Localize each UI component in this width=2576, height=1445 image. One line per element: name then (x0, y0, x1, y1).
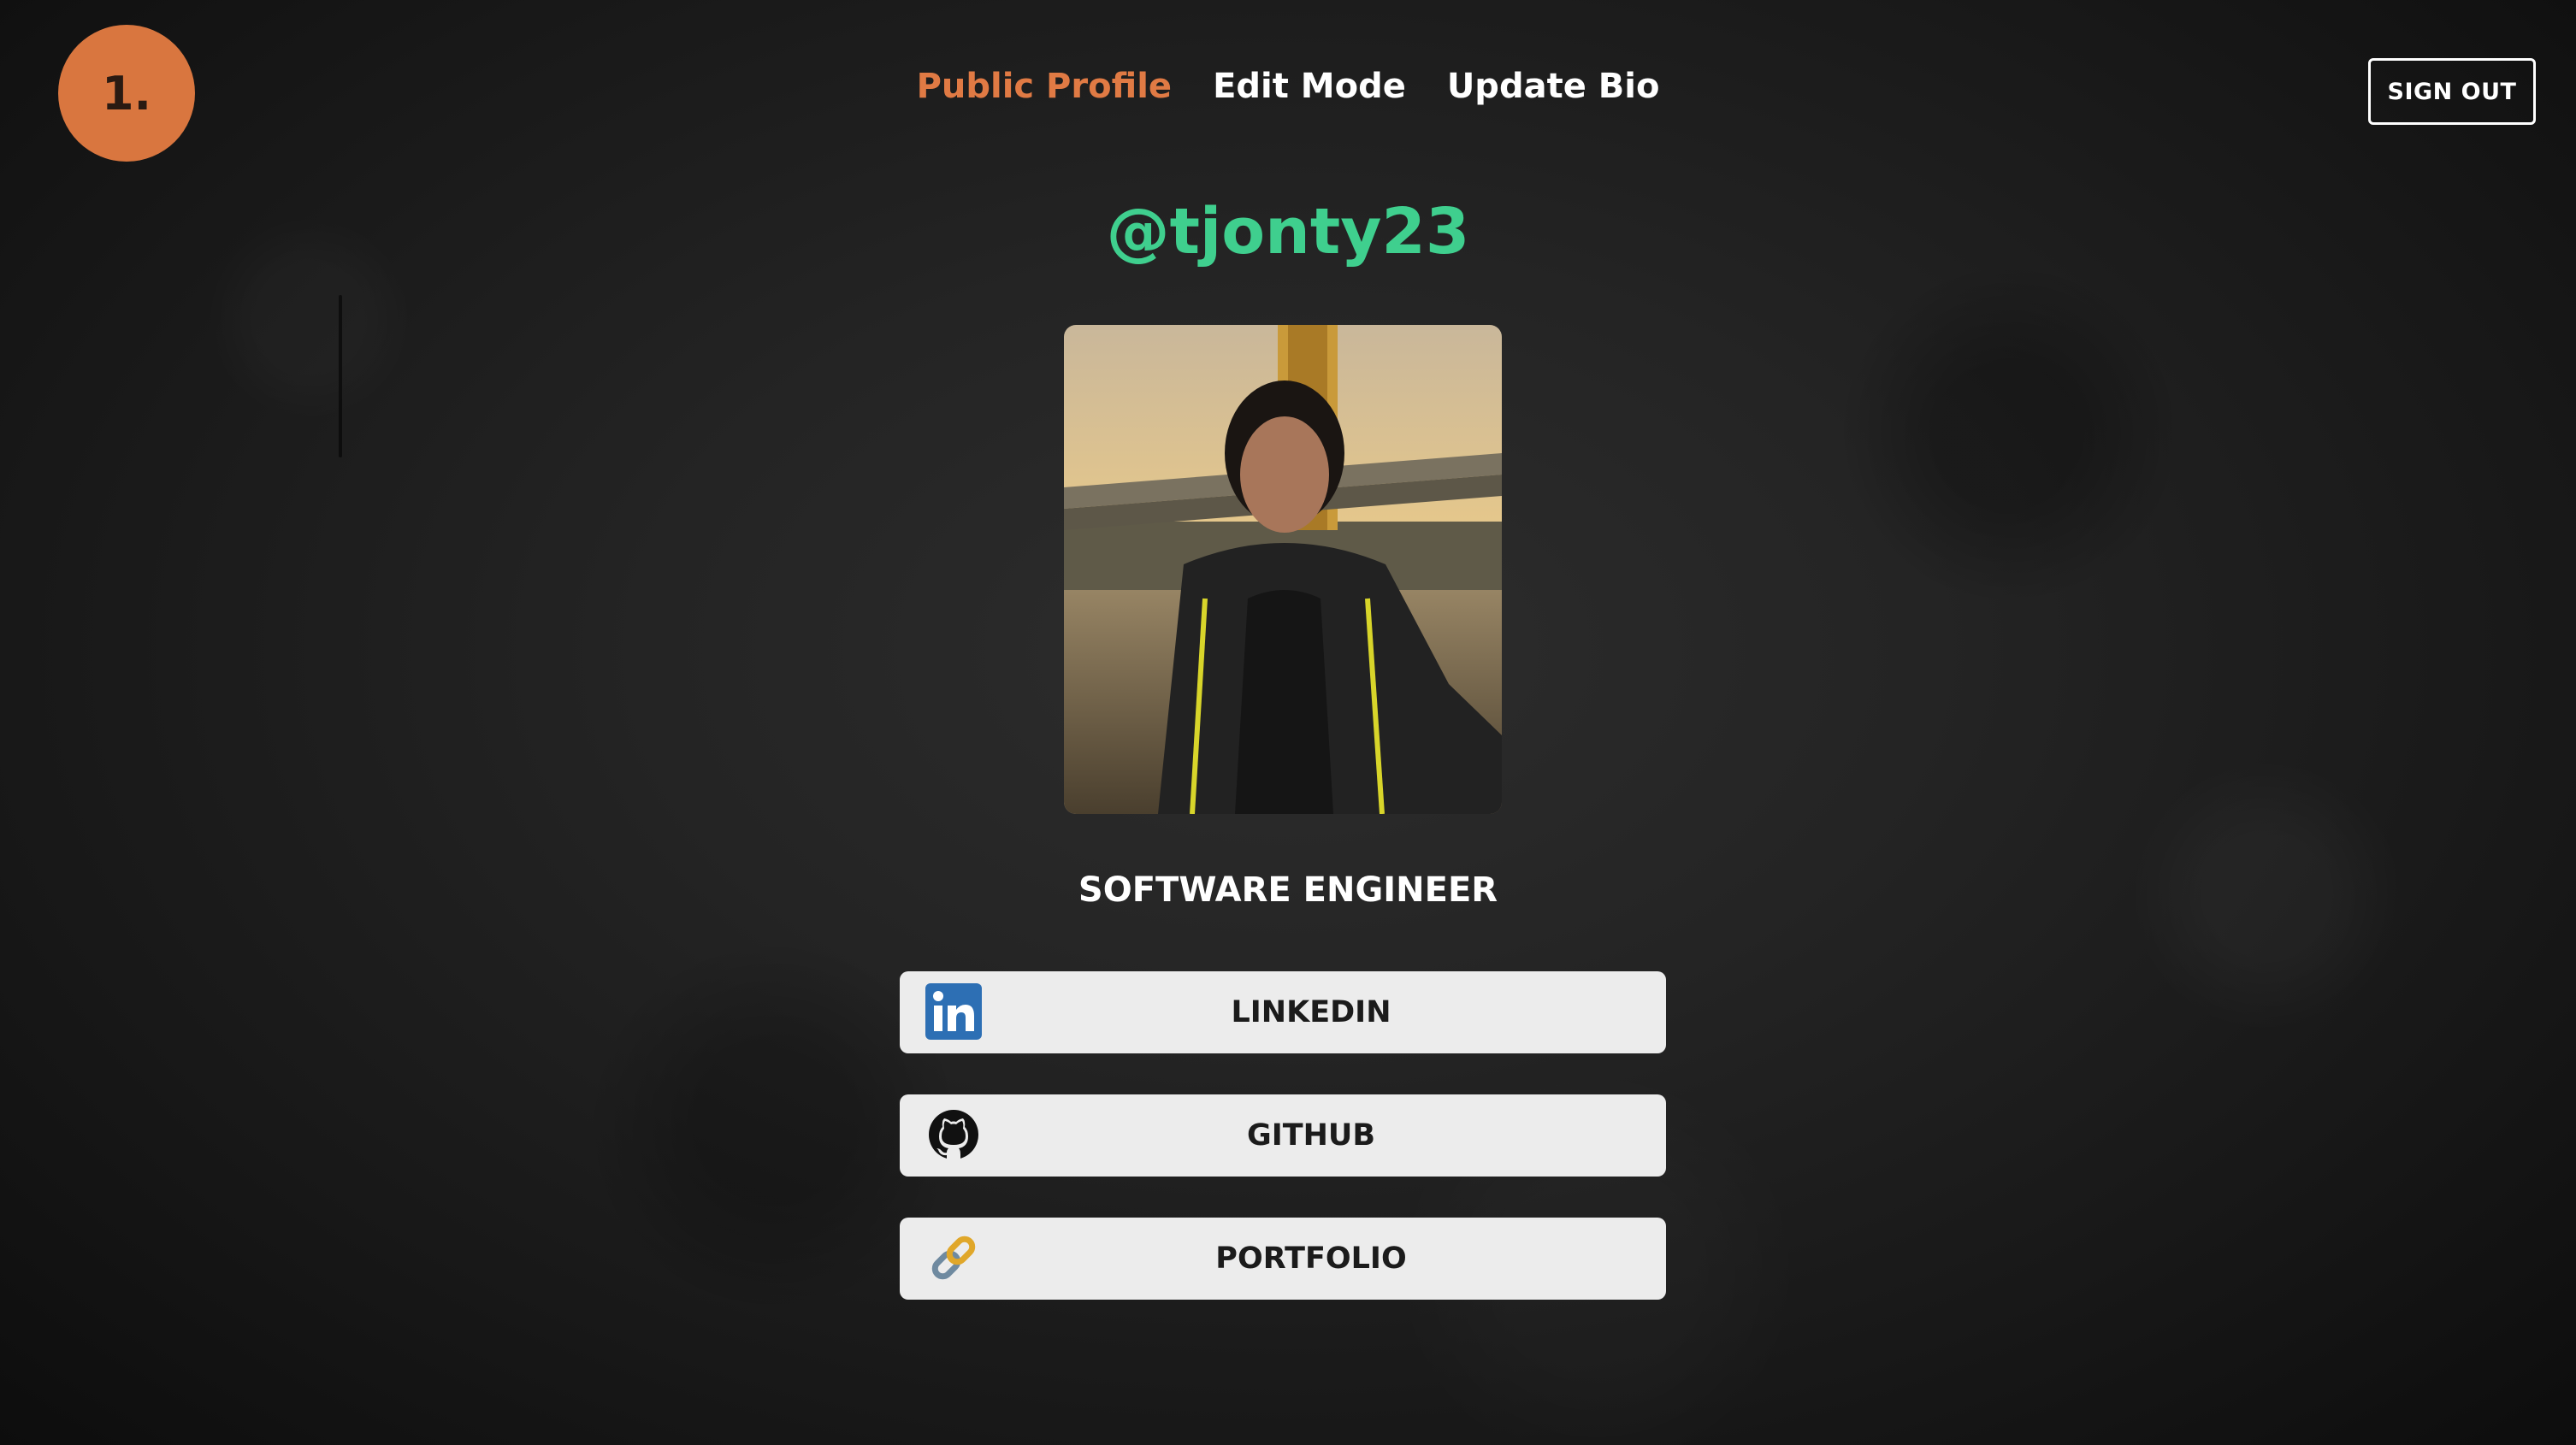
github-link-button[interactable]: GITHUB (900, 1094, 1666, 1177)
profile-photo (1064, 325, 1502, 814)
profile-title: SOFTWARE ENGINEER (1078, 870, 1498, 910)
portfolio-link-button[interactable]: PORTFOLIO (900, 1218, 1666, 1300)
github-label: GITHUB (1246, 1118, 1375, 1153)
linkedin-label: LINKEDIN (1231, 995, 1391, 1029)
profile-handle: @tjonty23 (1106, 195, 1470, 268)
portfolio-label: PORTFOLIO (1215, 1242, 1407, 1276)
nav-update-bio[interactable]: Update Bio (1447, 67, 1660, 106)
sign-out-button[interactable]: SIGN OUT (2368, 58, 2536, 125)
nav-public-profile[interactable]: Public Profile (917, 67, 1173, 106)
github-icon (925, 1106, 982, 1163)
nav-edit-mode[interactable]: Edit Mode (1213, 67, 1406, 106)
linkedin-icon (925, 983, 982, 1040)
background-scratch (339, 295, 342, 457)
link-icon (925, 1230, 982, 1286)
main-nav: Public Profile Edit Mode Update Bio (0, 67, 2576, 106)
linkedin-link-button[interactable]: LINKEDIN (900, 971, 1666, 1053)
